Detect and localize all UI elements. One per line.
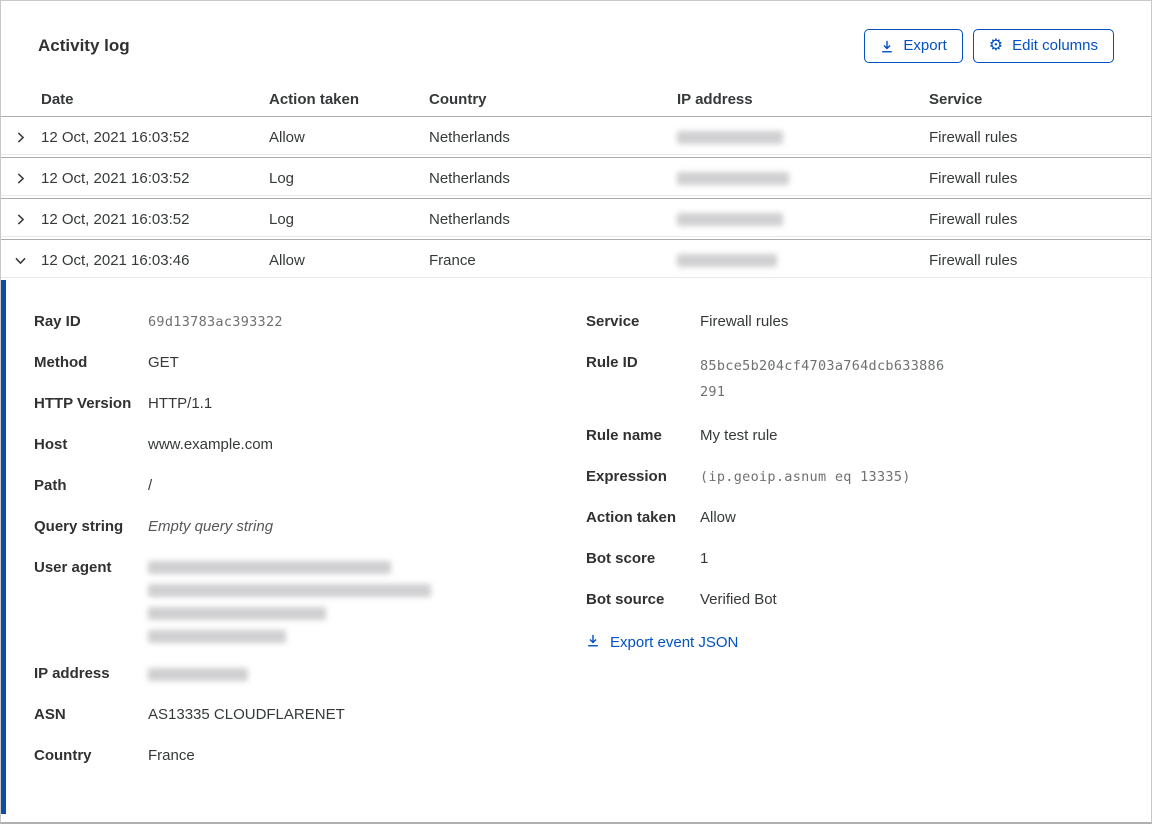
cell-action-taken: Allow bbox=[269, 252, 305, 269]
redacted-ip-value bbox=[677, 254, 777, 267]
cell-action-taken: Allow bbox=[269, 129, 305, 146]
expand-chevron-right-icon[interactable] bbox=[10, 209, 31, 230]
field-action-taken: Action taken Allow bbox=[586, 509, 736, 526]
field-ip-address: IP address bbox=[34, 664, 552, 684]
field-http-version: HTTP Version HTTP/1.1 bbox=[34, 395, 213, 412]
table-header-row: Date Action taken Country IP address Ser… bbox=[1, 83, 1151, 116]
expand-chevron-right-icon[interactable] bbox=[10, 127, 31, 148]
cell-service: Firewall rules bbox=[929, 211, 1018, 228]
redacted-ip-value bbox=[677, 213, 783, 226]
table-row-expanded[interactable]: 12 Oct, 2021 16:03:46 Allow France Firew… bbox=[1, 239, 1151, 281]
activity-log-panel: Activity log Export ⚙ Edit columns Date bbox=[0, 0, 1152, 824]
event-detail-panel: Ray ID 69d13783ac393322 Method GET HTTP … bbox=[1, 280, 1151, 814]
header-actions: Export ⚙ Edit columns bbox=[864, 29, 1114, 63]
column-header-ip-address: IP address bbox=[677, 91, 753, 108]
export-event-json-label: Export event JSON bbox=[610, 634, 739, 651]
download-icon bbox=[586, 633, 600, 652]
field-expression: Expression (ip.geoip.asnum eq 13335) bbox=[586, 468, 911, 485]
redacted-ip-value bbox=[148, 668, 248, 681]
field-query-string: Query string Empty query string bbox=[34, 518, 274, 535]
edit-columns-button-label: Edit columns bbox=[1012, 37, 1098, 54]
cell-country: Netherlands bbox=[429, 129, 510, 146]
header: Activity log Export ⚙ Edit columns bbox=[1, 1, 1151, 63]
detail-left-column: Ray ID 69d13783ac393322 Method GET HTTP … bbox=[34, 312, 552, 787]
download-icon bbox=[880, 39, 894, 54]
collapse-chevron-down-icon[interactable] bbox=[10, 250, 31, 271]
field-method: Method GET bbox=[34, 354, 179, 371]
export-event-json-link[interactable]: Export event JSON bbox=[586, 633, 738, 652]
field-rule-id: Rule ID 85bce5b204cf4703a764dcb633886291 bbox=[586, 354, 945, 400]
field-ray-id: Ray ID 69d13783ac393322 bbox=[34, 313, 283, 330]
expand-chevron-right-icon[interactable] bbox=[10, 168, 31, 189]
cell-date: 12 Oct, 2021 16:03:46 bbox=[41, 252, 190, 269]
column-header-service: Service bbox=[929, 91, 983, 108]
field-path: Path / bbox=[34, 477, 153, 494]
field-bot-source: Bot source Verified Bot bbox=[586, 591, 777, 608]
field-asn: ASN AS13335 CLOUDFLARENET bbox=[34, 706, 345, 723]
gear-icon: ⚙ bbox=[988, 37, 1004, 54]
redacted-ip-value bbox=[677, 172, 789, 185]
cell-action-taken: Log bbox=[269, 170, 295, 187]
cell-date: 12 Oct, 2021 16:03:52 bbox=[41, 170, 190, 187]
cell-action-taken: Log bbox=[269, 211, 295, 228]
field-host: Host www.example.com bbox=[34, 436, 274, 453]
column-header-date: Date bbox=[41, 91, 74, 108]
activity-log-table: Date Action taken Country IP address Ser… bbox=[1, 83, 1151, 814]
edit-columns-button[interactable]: ⚙ Edit columns bbox=[972, 29, 1114, 63]
column-header-country: Country bbox=[429, 91, 487, 108]
table-row[interactable]: 12 Oct, 2021 16:03:52 Allow Netherlands … bbox=[1, 116, 1151, 158]
cell-service: Firewall rules bbox=[929, 129, 1018, 146]
export-button[interactable]: Export bbox=[864, 29, 963, 63]
cell-country: France bbox=[429, 252, 476, 269]
redacted-ip-value bbox=[677, 131, 783, 144]
cell-country: Netherlands bbox=[429, 170, 510, 187]
detail-right-column: Service Firewall rules Rule ID 85bce5b20… bbox=[586, 312, 1131, 787]
field-bot-score: Bot score 1 bbox=[586, 550, 709, 567]
page-title: Activity log bbox=[38, 36, 130, 55]
field-country: Country France bbox=[34, 747, 195, 764]
cell-date: 12 Oct, 2021 16:03:52 bbox=[41, 129, 190, 146]
redacted-user-agent-value bbox=[148, 558, 552, 643]
cell-country: Netherlands bbox=[429, 211, 510, 228]
cell-service: Firewall rules bbox=[929, 170, 1018, 187]
cell-service: Firewall rules bbox=[929, 252, 1018, 269]
table-row[interactable]: 12 Oct, 2021 16:03:52 Log Netherlands Fi… bbox=[1, 157, 1151, 199]
table-row[interactable]: 12 Oct, 2021 16:03:52 Log Netherlands Fi… bbox=[1, 198, 1151, 240]
cell-date: 12 Oct, 2021 16:03:52 bbox=[41, 211, 190, 228]
export-button-label: Export bbox=[903, 37, 947, 54]
field-rule-name: Rule name My test rule bbox=[586, 427, 778, 444]
field-service: Service Firewall rules bbox=[586, 313, 789, 330]
column-header-action-taken: Action taken bbox=[269, 91, 360, 108]
field-user-agent: User agent bbox=[34, 558, 552, 643]
